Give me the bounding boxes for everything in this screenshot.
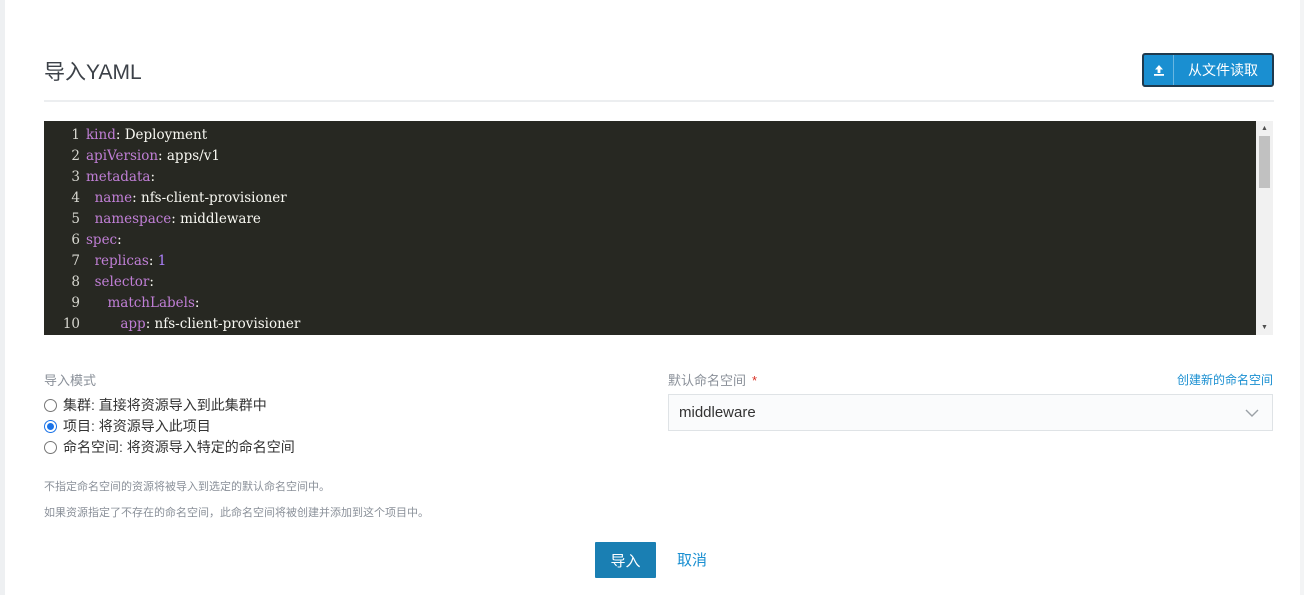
code-text: kind: Deployment [86,127,208,143]
create-namespace-link[interactable]: 创建新的命名空间 [1177,371,1273,388]
radio-button[interactable] [44,440,57,454]
line-number: 1 [71,127,80,143]
code-line: 8 selector: [44,272,1256,293]
code-line: 6 spec: [44,230,1256,251]
scroll-up-icon[interactable]: ▲ [1256,121,1273,136]
code-line: 2 apiVersion: apps/v1 [44,146,1256,167]
import-mode-label: 导入模式 [44,373,97,388]
yaml-key: namespace [94,211,172,227]
page-title: 导入YAML [44,61,142,84]
line-number: 4 [71,190,80,206]
code-line: 7 replicas: 1 [44,251,1256,272]
radio-cluster[interactable]: 集群: 直接将资源导入到此集群中 [44,395,267,415]
required-mark: * [752,373,758,388]
left-edge [0,0,5,595]
yaml-key: spec [86,232,118,248]
yaml-value: apps/v1 [162,148,220,164]
radio-project-label: 项目: 将资源导入此项目 [63,418,211,434]
code-lines: 1 kind: Deployment 2 apiVersion: apps/v1 3 me… [44,125,1256,335]
code-text: apiVersion: apps/v1 [86,148,220,164]
yaml-key: replicas [94,253,149,269]
yaml-value: 1 [153,253,167,269]
line-number: 8 [71,274,80,290]
radio-namespace[interactable]: 命名空间: 将资源导入特定的命名空间 [44,437,295,457]
code-line: 1 kind: Deployment [44,125,1256,146]
help-text-create-namespace: 如果资源指定了不存在的命名空间，此命名空间将被创建并添加到这个项目中。 [44,507,429,519]
upload-icon [1144,55,1174,85]
code-line: 3 metadata: [44,167,1256,188]
right-edge [1300,0,1304,595]
radio-button[interactable] [44,398,57,412]
yaml-value: Deployment [120,127,208,143]
chevron-down-icon [1244,405,1260,425]
import-button[interactable]: 导入 [595,542,656,578]
yaml-value: middleware [175,211,261,227]
help-text-default-namespace: 不指定命名空间的资源将被导入到选定的默认命名空间中。 [44,481,330,493]
yaml-key: app [120,316,146,332]
radio-button-checked[interactable] [44,419,57,433]
line-number: 6 [71,232,80,248]
code-text: replicas: 1 [86,251,167,272]
line-number: 10 [62,316,80,332]
code-text: selector: [86,272,154,293]
code-text: matchLabels: [86,293,199,314]
yaml-value: nfs-client-provisioner [150,316,301,332]
scroll-thumb[interactable] [1259,136,1270,188]
namespace-select[interactable]: middleware [668,394,1273,431]
code-text: metadata: [86,169,155,185]
line-number: 2 [71,148,80,164]
code-line: 9 matchLabels: [44,293,1256,314]
line-number: 3 [71,169,80,185]
yaml-key: metadata [86,169,151,185]
cancel-button[interactable]: 取消 [677,549,707,570]
line-number: 9 [71,295,80,311]
code-line: 4 name: nfs-client-provisioner [44,188,1256,209]
yaml-key: name [94,190,133,206]
yaml-editor[interactable]: 1 kind: Deployment 2 apiVersion: apps/v1 3 me… [44,121,1273,335]
code-text: name: nfs-client-provisioner [86,188,287,209]
code-text: app: nfs-client-provisioner [86,314,300,335]
code-text: spec: [86,232,122,248]
yaml-key: matchLabels [107,295,195,311]
scroll-down-icon[interactable]: ▼ [1256,320,1273,335]
yaml-value: nfs-client-provisioner [136,190,287,206]
read-from-file-label: 从文件读取 [1188,62,1258,78]
code-line: 10 app: nfs-client-provisioner [44,314,1256,335]
code-line: 5 namespace: middleware [44,209,1256,230]
page-header: 导入YAML 从文件读取 [44,50,1274,102]
default-namespace-label: 默认命名空间 * [668,370,757,389]
editor-scrollbar[interactable]: ▲ ▼ [1256,121,1273,335]
radio-cluster-label: 集群: 直接将资源导入到此集群中 [63,397,267,413]
code-text: namespace: middleware [86,209,261,230]
yaml-key: kind [86,127,116,143]
namespace-select-value: middleware [679,404,756,421]
line-number: 5 [71,211,80,227]
default-namespace-text: 默认命名空间 [668,373,747,388]
line-number: 7 [71,253,80,269]
yaml-key: apiVersion [86,148,159,164]
read-from-file-button[interactable]: 从文件读取 [1142,53,1274,87]
radio-project[interactable]: 项目: 将资源导入此项目 [44,416,211,436]
yaml-key: selector [94,274,150,290]
radio-namespace-label: 命名空间: 将资源导入特定的命名空间 [63,439,295,455]
